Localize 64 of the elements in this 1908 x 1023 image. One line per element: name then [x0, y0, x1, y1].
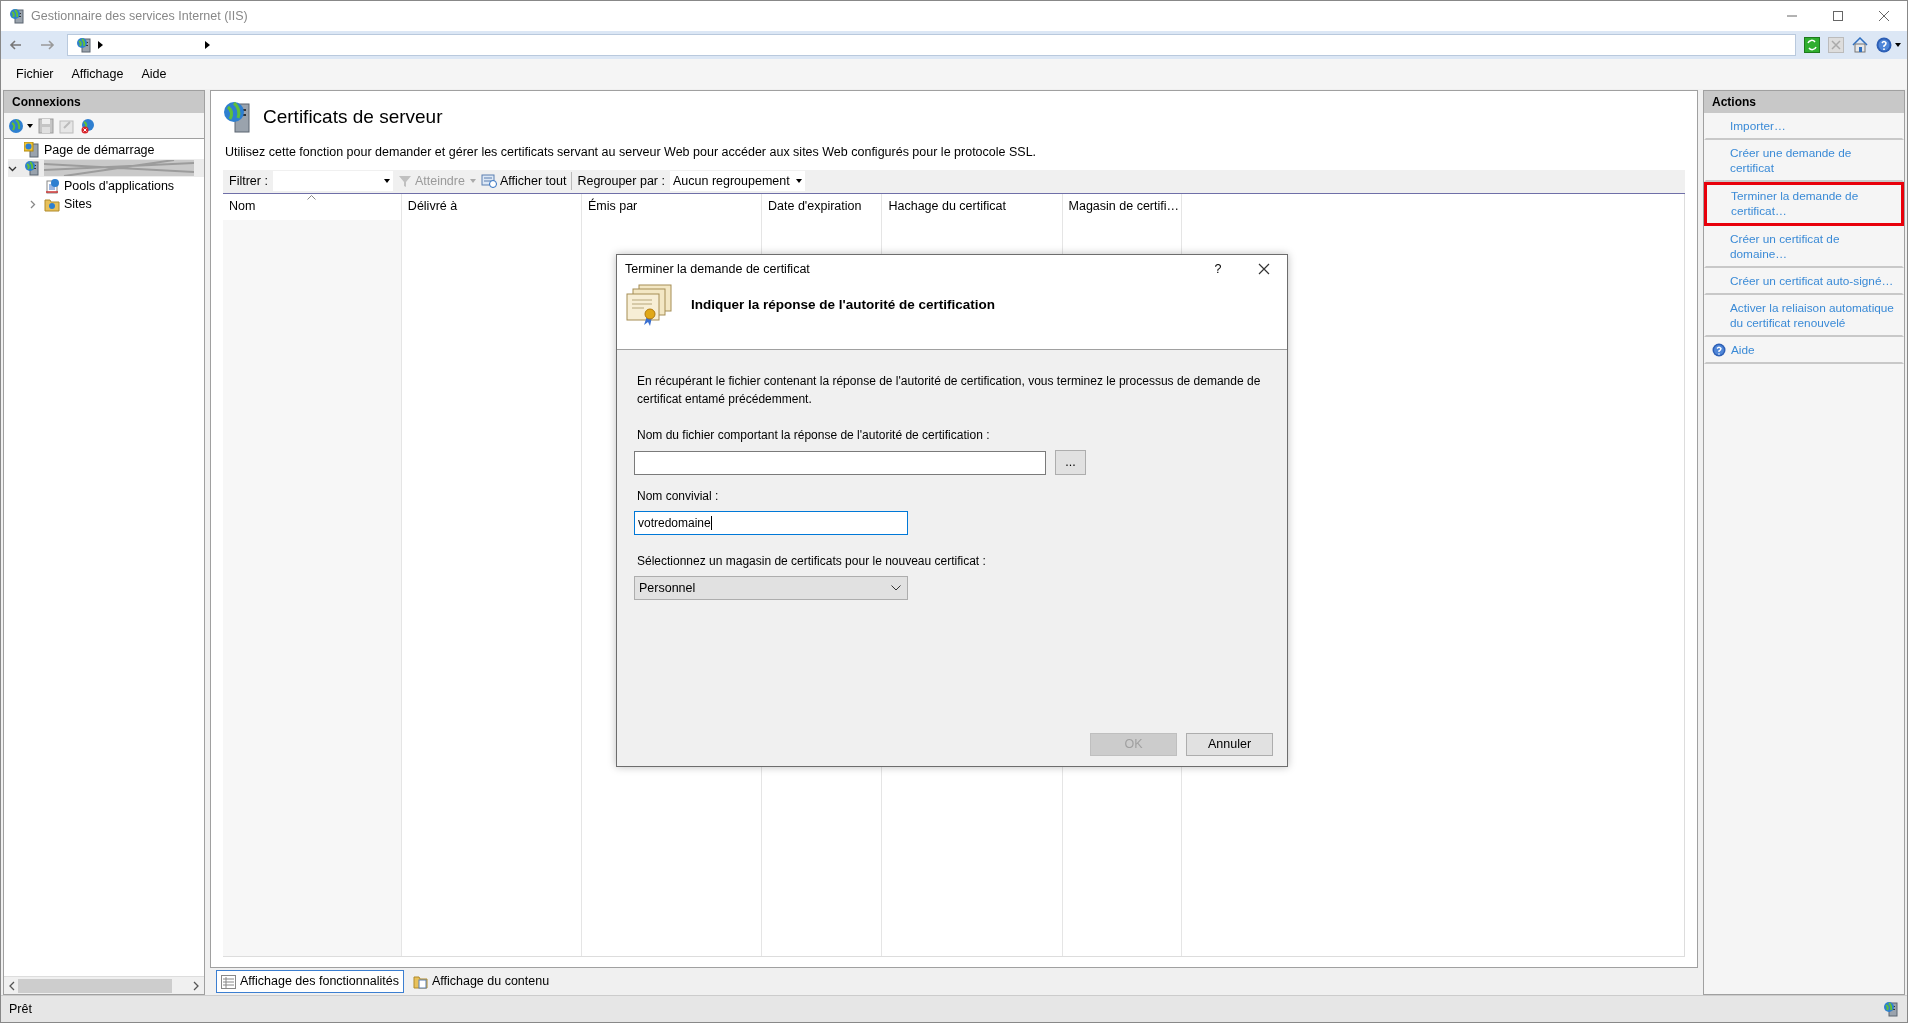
filter-field[interactable]: [272, 171, 393, 192]
app-icon: [9, 8, 25, 24]
breadcrumb-arrow-icon[interactable]: [98, 41, 103, 49]
server-icon: [223, 101, 253, 133]
breadcrumb-arrow-icon[interactable]: [205, 41, 210, 49]
scroll-left-icon[interactable]: [8, 980, 15, 991]
dialog-intro: En récupérant le fichier contenant la réponse de l'autorité de certification, vous terminez le processus de demande de certificat entamé précédemment.: [637, 373, 1262, 408]
friendly-name-field[interactable]: votredomaine: [634, 511, 908, 535]
help-icon[interactable]: [1876, 37, 1892, 53]
refresh-icon[interactable]: [1804, 37, 1820, 53]
group-by-label: Regrouper par :: [577, 172, 665, 190]
window-title: Gestionnaire des services Internet (IIS): [31, 7, 249, 25]
file-name-field[interactable]: [634, 450, 1046, 475]
field-label: Nom du fichier comportant la réponse de l'autorité de certification :: [637, 427, 991, 444]
caret-icon[interactable]: [383, 179, 390, 184]
tree-item[interactable]: Page de démarrage: [44, 140, 155, 160]
folder-icon: [412, 974, 428, 989]
dialog-title: Terminer la demande de certificat: [625, 260, 811, 278]
caret-icon: [795, 179, 802, 184]
status-text: Prêt: [9, 1000, 32, 1018]
disconnect-icon[interactable]: [80, 117, 96, 134]
grid-icon: [221, 974, 236, 989]
close-icon: [1258, 263, 1270, 275]
action-link[interactable]: Terminer la demande de certificat…: [1713, 189, 1897, 219]
help-button[interactable]: ?: [1195, 254, 1241, 284]
action-link[interactable]: Activer la reliaison automatique du certificat renouvelé: [1712, 301, 1898, 331]
filter-label: Filtrer :: [229, 172, 268, 190]
menu-item[interactable]: Fichier: [7, 64, 63, 84]
group-by-dropdown[interactable]: Aucun regroupement: [669, 171, 805, 192]
server-icon: [24, 160, 40, 176]
panel-header: Actions: [1704, 91, 1904, 113]
tree-item[interactable]: Pools d'applications: [64, 176, 175, 196]
show-all-button[interactable]: Afficher tout: [480, 171, 567, 191]
menu-item[interactable]: Aide: [132, 64, 176, 84]
field-label: Sélectionnez un magasin de certificats pour le nouveau certificat :: [637, 553, 987, 570]
dialog-button[interactable]: Annuler: [1186, 733, 1273, 756]
store-dropdown[interactable]: Personnel: [634, 576, 908, 600]
view-tab[interactable]: Affichage du contenu: [407, 970, 555, 993]
folder-icon: [44, 196, 60, 212]
address-field[interactable]: [67, 34, 1796, 56]
home-icon[interactable]: [1852, 37, 1868, 53]
tree-item[interactable]: Sites: [64, 194, 92, 214]
certificate-icon: [625, 283, 673, 327]
menu-item[interactable]: Affichage: [62, 64, 133, 84]
scrollbar-thumb[interactable]: [18, 978, 172, 993]
globe-icon[interactable]: [8, 117, 24, 134]
view-tab[interactable]: Affichage des fonctionnalités: [216, 970, 404, 993]
field-label: Nom convivial :: [637, 488, 720, 505]
help-icon[interactable]: [1712, 343, 1726, 357]
caret-icon[interactable]: [1895, 43, 1901, 47]
chevron-down-icon: [891, 585, 901, 591]
caret-icon[interactable]: [27, 123, 33, 128]
page-title: Certificats de serveur: [263, 104, 443, 129]
browse-button[interactable]: ...: [1055, 450, 1086, 475]
scroll-right-icon[interactable]: [193, 980, 200, 991]
action-link[interactable]: Créer une demande de certificat: [1712, 146, 1898, 176]
maximize-icon: [1832, 10, 1844, 22]
close-icon: [1878, 10, 1890, 22]
panel-header: Connexions: [4, 91, 204, 113]
server-icon: [76, 37, 92, 53]
page-description: Utilisez cette fonction pour demander et gérer les certificats servant au serveur Web pour accéder aux sites Web configurés pour le protocole SSL.: [225, 144, 1038, 161]
funnel-icon: [397, 174, 412, 189]
sort-icon: [307, 194, 316, 200]
dialog-heading: Indiquer la réponse de l'autorité de certification: [691, 295, 996, 314]
